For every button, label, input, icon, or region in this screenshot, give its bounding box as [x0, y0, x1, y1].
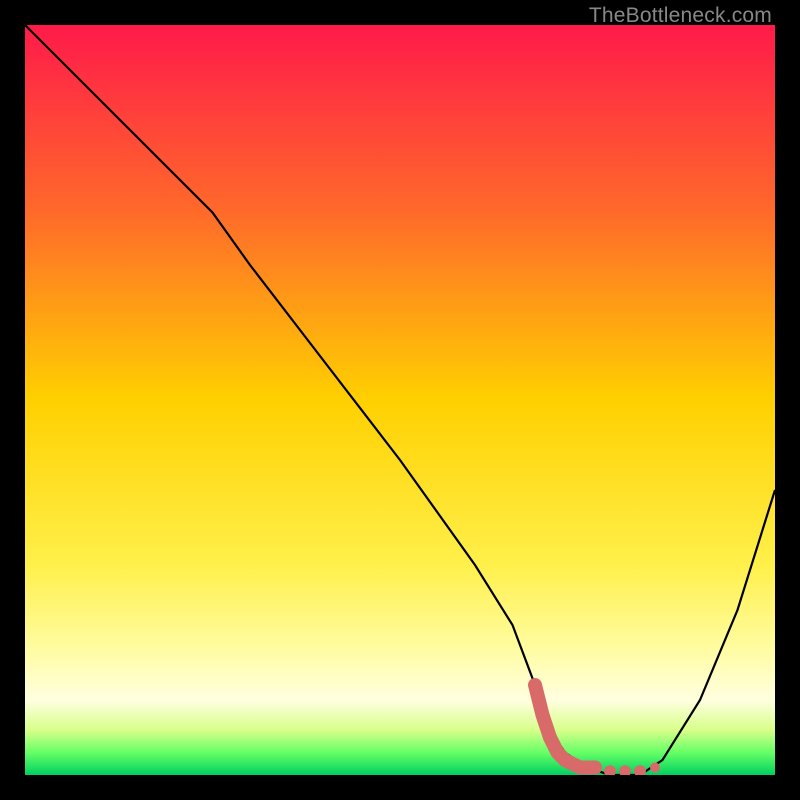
chart-frame: [25, 25, 775, 775]
watermark-text: TheBottleneck.com: [589, 4, 772, 28]
chart-svg: [25, 25, 775, 775]
highlight-dot: [650, 763, 660, 773]
